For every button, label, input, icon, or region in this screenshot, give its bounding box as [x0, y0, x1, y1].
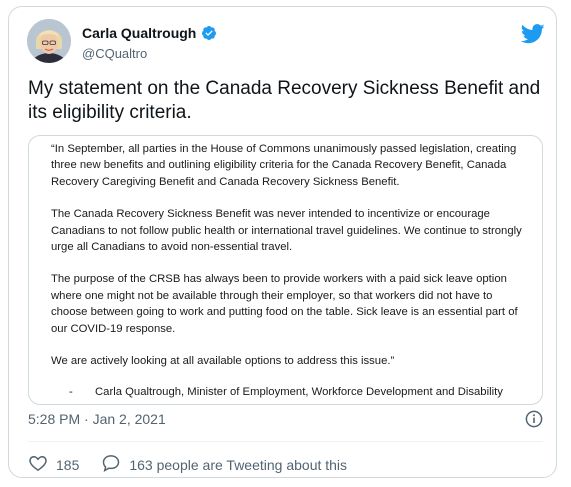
tweet-text: My statement on the Canada Recovery Sick… — [28, 78, 541, 123]
statement-paragraph: “In September, all parties in the House … — [51, 143, 517, 188]
twitter-bird-icon[interactable] — [520, 24, 545, 44]
statement-paragraph: We are actively looking at all available… — [51, 355, 395, 368]
like-count: 185 — [56, 456, 80, 473]
like-button[interactable]: 185 — [28, 453, 79, 476]
heart-icon — [28, 453, 48, 476]
signature-dash: - — [69, 386, 73, 399]
author-name[interactable]: Carla Qualtrough — [82, 25, 196, 41]
tweeting-about-text: 163 people are Tweeting about this — [129, 456, 348, 473]
signature-text: Carla Qualtrough, Minister of Employment… — [95, 386, 503, 404]
info-icon[interactable] — [525, 410, 543, 428]
author-handle[interactable]: @CQualtro — [82, 46, 147, 61]
verified-badge-icon — [201, 25, 217, 41]
tweeting-about-link[interactable]: 163 people are Tweeting about this — [101, 453, 347, 476]
avatar[interactable] — [27, 19, 71, 63]
statement-paragraph: The Canada Recovery Sickness Benefit was… — [51, 208, 522, 254]
tweet-card: Carla Qualtrough @CQualtro My statement … — [8, 6, 557, 478]
statement-signature: - Carla Qualtrough, Minister of Employme… — [51, 384, 531, 404]
statement-image[interactable]: “In September, all parties in the House … — [28, 135, 543, 405]
action-bar: 185 163 people are Tweeting about this — [28, 453, 347, 476]
tweet-timestamp[interactable]: 5:28 PM · Jan 2, 2021 — [28, 411, 166, 427]
speech-bubble-icon — [101, 453, 121, 476]
statement-paragraph: The purpose of the CRSB has always been … — [51, 273, 518, 335]
divider — [28, 441, 543, 442]
